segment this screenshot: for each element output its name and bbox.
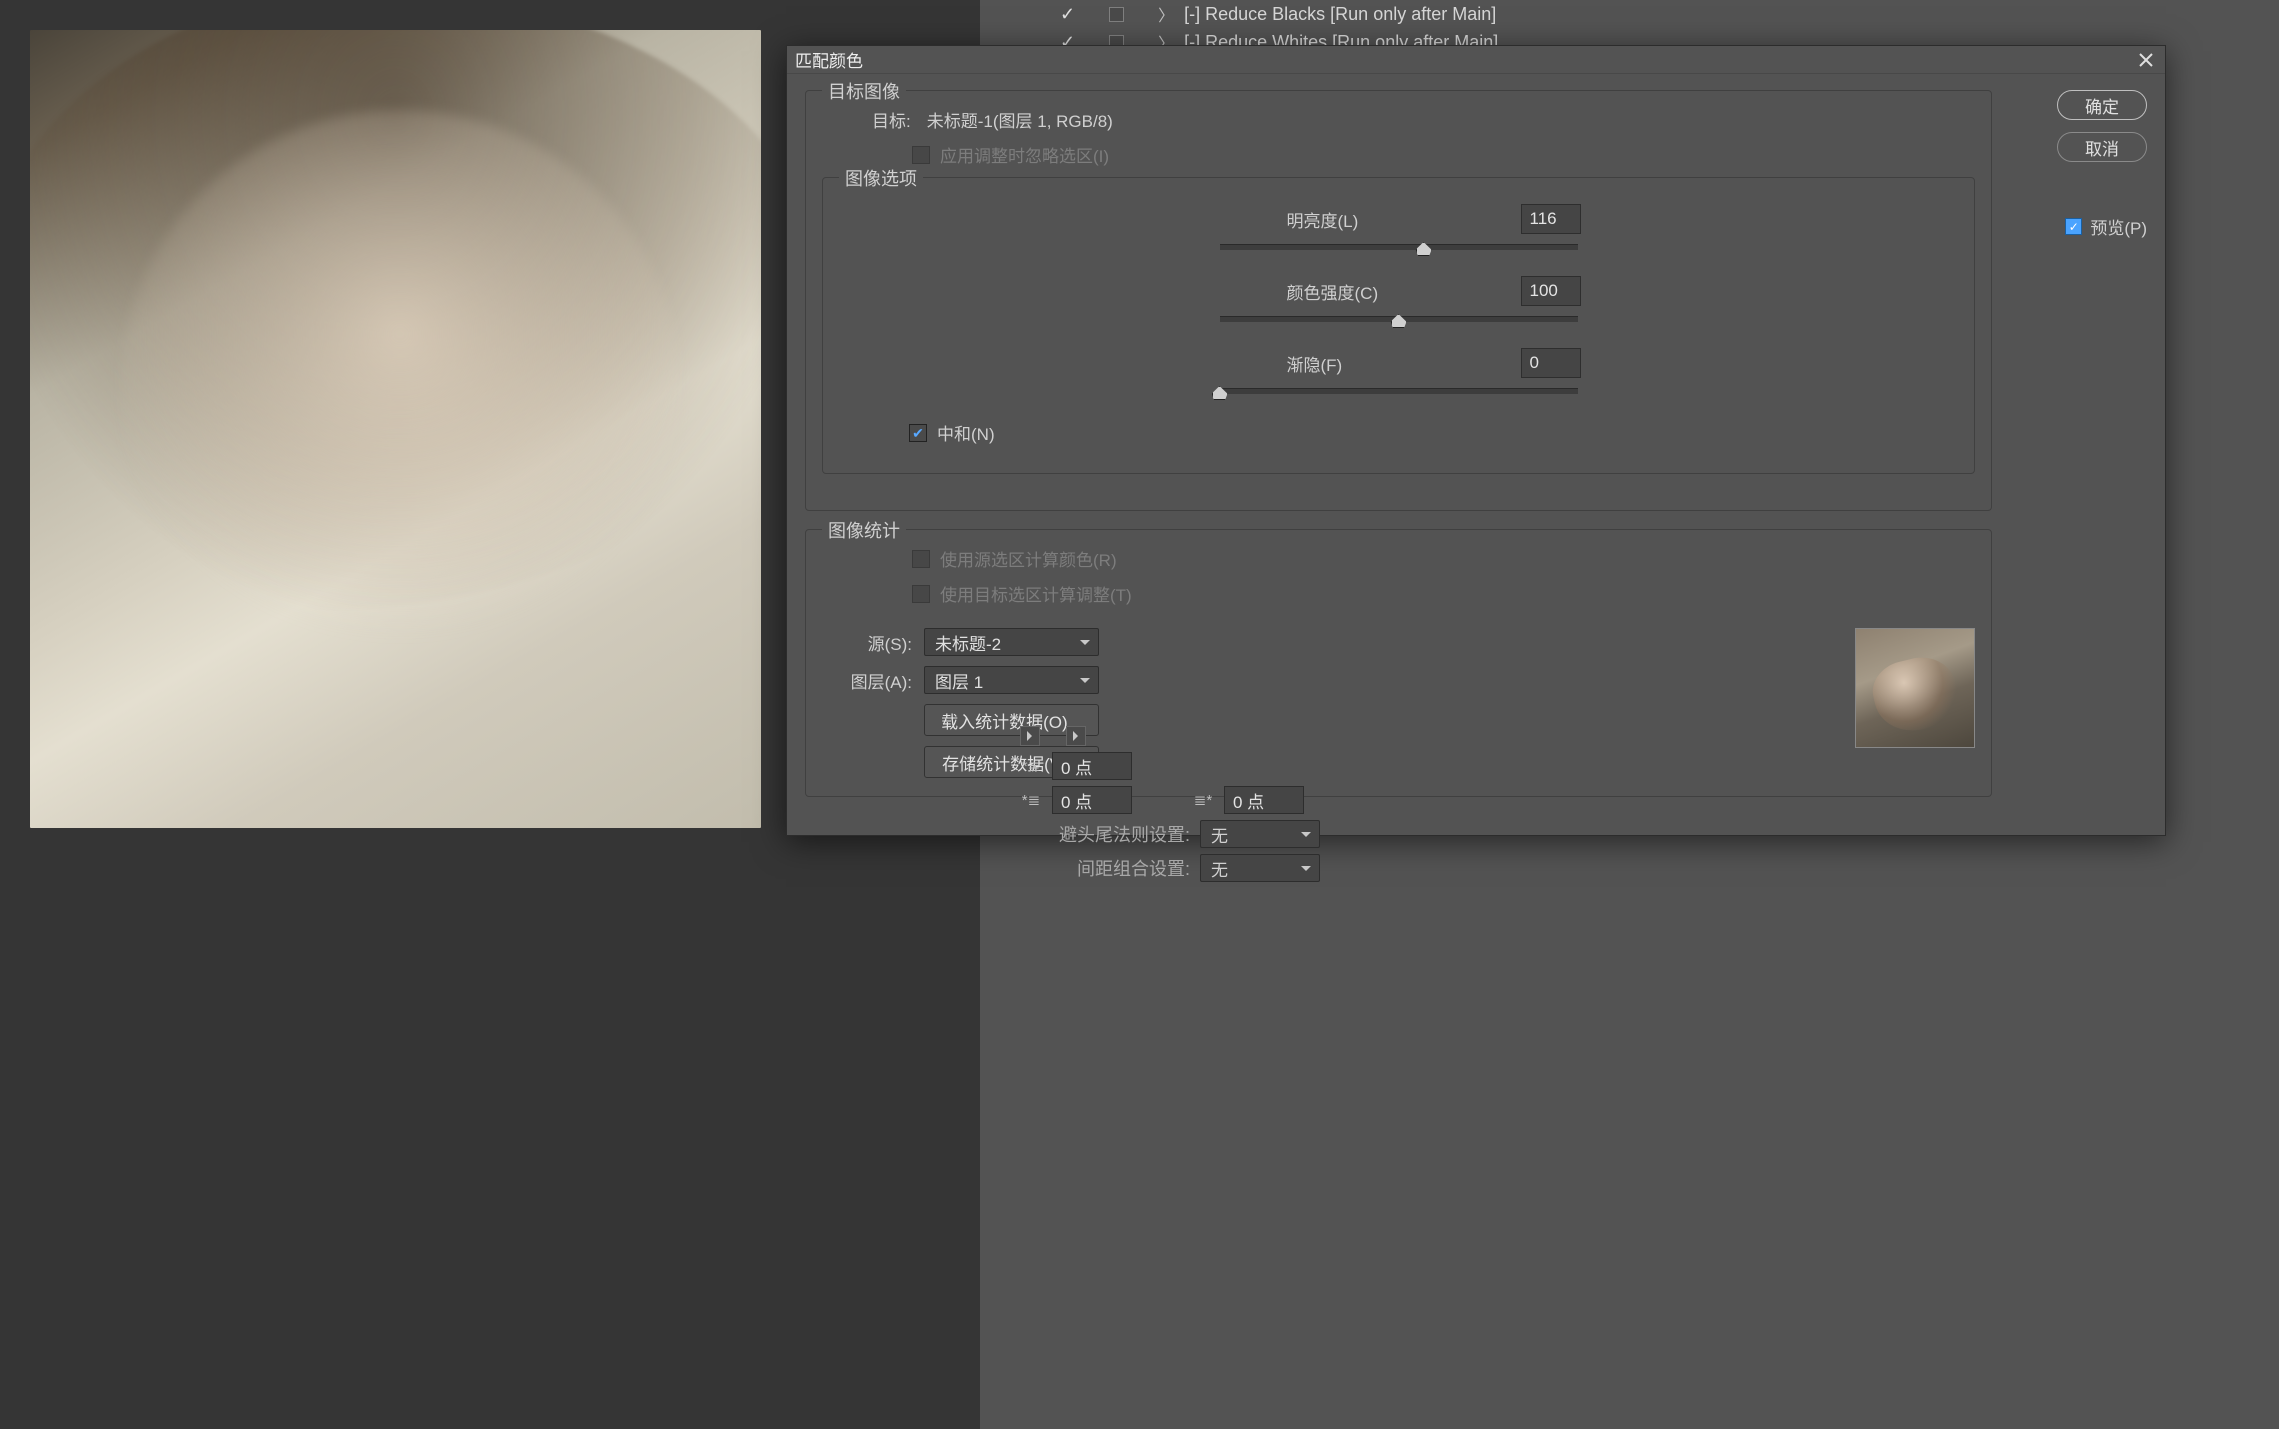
- ignore-selection-label: 应用调整时忽略选区(I): [940, 142, 1109, 167]
- luminance-label: 明亮度(L): [1287, 207, 1507, 232]
- neutralize-checkbox[interactable]: [909, 424, 927, 442]
- space-after-icon: *≣: [1020, 791, 1042, 809]
- image-face: [120, 110, 680, 670]
- layer-select[interactable]: 图层 1: [924, 666, 1099, 694]
- group-legend: 图像选项: [839, 165, 923, 191]
- action-label: [-] Reduce Blacks [Run only after Main]: [1184, 4, 1496, 25]
- fade-group: 渐隐(F): [839, 348, 1958, 398]
- luminance-slider[interactable]: [1220, 244, 1578, 254]
- close-icon[interactable]: [2135, 49, 2157, 71]
- group-legend: 目标图像: [822, 78, 906, 104]
- hyphenation-label: 避头尾法则设置:: [1020, 821, 1190, 847]
- source-label: 源(S):: [822, 630, 912, 655]
- dialog-title: 匹配颜色: [795, 47, 2135, 72]
- action-row[interactable]: [-] Reduce Blacks [Run only after Main]: [1060, 0, 1498, 28]
- paragraph-panel: *≣ *≣ ≣* 避头尾法则设置: 无 间距组合设置: 无: [1020, 720, 1400, 888]
- fade-slider[interactable]: [1220, 388, 1578, 398]
- preview-label: 预览(P): [2090, 214, 2147, 239]
- spacing-label: 间距组合设置:: [1020, 855, 1190, 881]
- intensity-label: 颜色强度(C): [1287, 279, 1507, 304]
- target-image-group: 目标图像 目标: 未标题-1(图层 1, RGB/8) 应用调整时忽略选区(I)…: [805, 90, 1992, 511]
- intensity-slider[interactable]: [1220, 316, 1578, 326]
- space-right-input[interactable]: [1224, 786, 1304, 814]
- stop-icon: [1109, 7, 1124, 22]
- indent-icon: [1020, 726, 1040, 746]
- dialog-titlebar[interactable]: 匹配颜色: [787, 46, 2165, 74]
- image-options-group: 图像选项 明亮度(L): [822, 177, 1975, 474]
- source-select[interactable]: 未标题-2: [924, 628, 1099, 656]
- target-value: 未标题-1(图层 1, RGB/8): [927, 107, 1113, 132]
- use-source-sel-checkbox: [912, 550, 930, 568]
- ok-button[interactable]: 确定: [2057, 90, 2147, 120]
- space-before-icon: *≣: [1020, 757, 1042, 775]
- space-left-input[interactable]: [1052, 786, 1132, 814]
- document-image[interactable]: [30, 30, 761, 828]
- spacing-select[interactable]: 无: [1200, 854, 1320, 882]
- fade-input[interactable]: [1521, 348, 1581, 378]
- space-after-icon2: ≣*: [1192, 791, 1214, 809]
- fade-label: 渐隐(F): [1287, 351, 1507, 376]
- luminance-group: 明亮度(L): [839, 204, 1958, 254]
- luminance-input[interactable]: [1521, 204, 1581, 234]
- checkmark-icon: [1060, 4, 1075, 25]
- indent-icon: [1066, 726, 1086, 746]
- ignore-selection-checkbox: [912, 146, 930, 164]
- use-target-sel-label: 使用目标选区计算调整(T): [940, 581, 1132, 606]
- hyphenation-select[interactable]: 无: [1200, 820, 1320, 848]
- space-before-input[interactable]: [1052, 752, 1132, 780]
- use-source-sel-label: 使用源选区计算颜色(R): [940, 546, 1117, 571]
- source-thumbnail: [1855, 628, 1975, 748]
- neutralize-label: 中和(N): [937, 420, 995, 445]
- match-color-dialog: 匹配颜色 目标图像 目标: 未标题-1(图层 1, RGB/8) 应用调整时忽略…: [786, 45, 2166, 836]
- use-target-sel-checkbox: [912, 585, 930, 603]
- layer-label: 图层(A):: [822, 668, 912, 693]
- cancel-button[interactable]: 取消: [2057, 132, 2147, 162]
- intensity-group: 颜色强度(C): [839, 276, 1958, 326]
- preview-checkbox[interactable]: [2065, 218, 2082, 235]
- chevron-right-icon: [1158, 2, 1174, 26]
- group-legend: 图像统计: [822, 517, 906, 543]
- target-label: 目标:: [872, 107, 911, 132]
- preview-toggle[interactable]: 预览(P): [2065, 214, 2147, 239]
- intensity-input[interactable]: [1521, 276, 1581, 306]
